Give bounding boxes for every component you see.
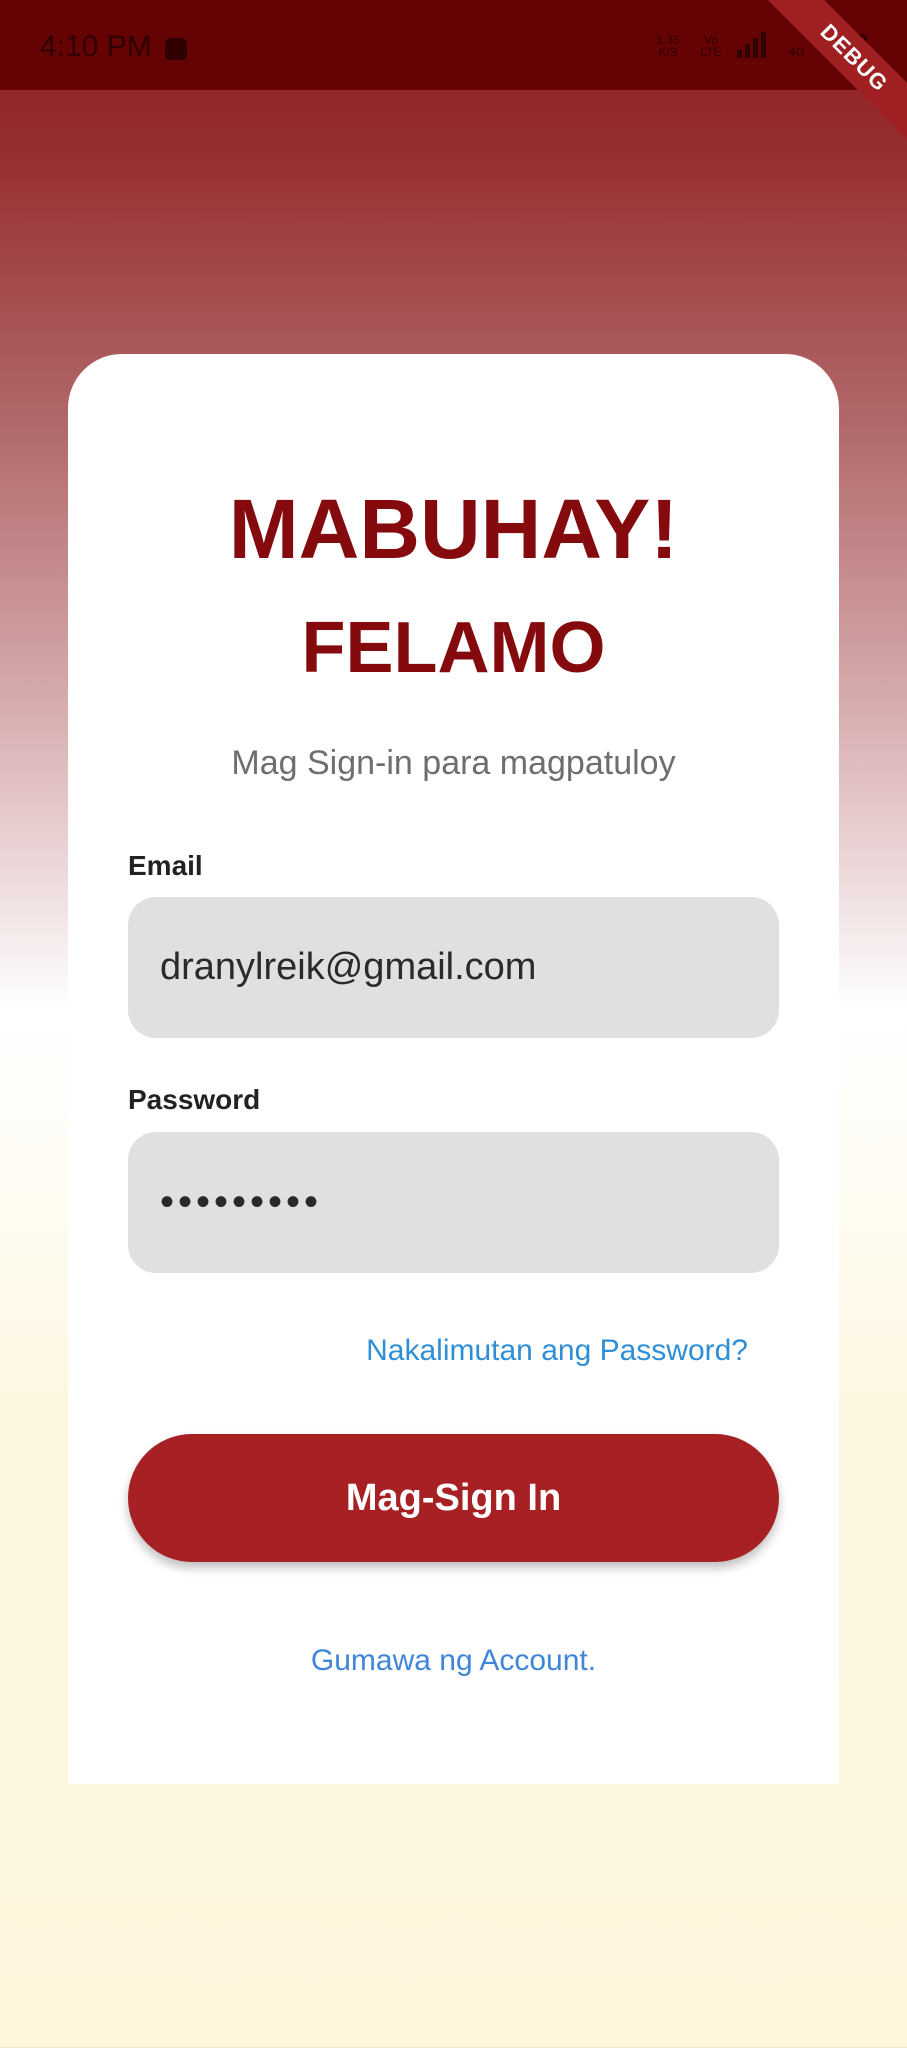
volte-indicator: Vo LTE bbox=[700, 33, 722, 59]
signin-button[interactable]: Mag-Sign In bbox=[128, 1434, 779, 1562]
network-type-4g: 4G bbox=[788, 45, 805, 59]
forgot-password-link[interactable]: Nakalimutan ang Password? bbox=[366, 1334, 748, 1368]
network-speed: 1.35 K/S bbox=[656, 33, 680, 59]
password-value: ••••••••• bbox=[160, 1180, 323, 1224]
email-field[interactable]: dranylreik@gmail.com bbox=[128, 897, 779, 1038]
email-value: dranylreik@gmail.com bbox=[160, 946, 537, 988]
app-name: FELAMO bbox=[301, 608, 606, 688]
login-card: MABUHAY! FELAMO Mag Sign-in para magpatu… bbox=[68, 354, 839, 1784]
signal-icon bbox=[737, 30, 771, 58]
email-label: Email bbox=[128, 850, 203, 881]
notification-icon bbox=[165, 38, 187, 60]
create-account-link[interactable]: Gumawa ng Account. bbox=[68, 1644, 839, 1678]
password-label: Password bbox=[128, 1084, 261, 1115]
status-time: 4:10 PM bbox=[40, 30, 152, 63]
password-field[interactable]: ••••••••• bbox=[128, 1132, 779, 1273]
welcome-title: MABUHAY! bbox=[228, 482, 679, 576]
status-bar: 4:10 PM 1.35 K/S Vo LTE 4G bbox=[0, 0, 907, 90]
signin-subtitle: Mag Sign-in para magpatuloy bbox=[231, 744, 676, 782]
